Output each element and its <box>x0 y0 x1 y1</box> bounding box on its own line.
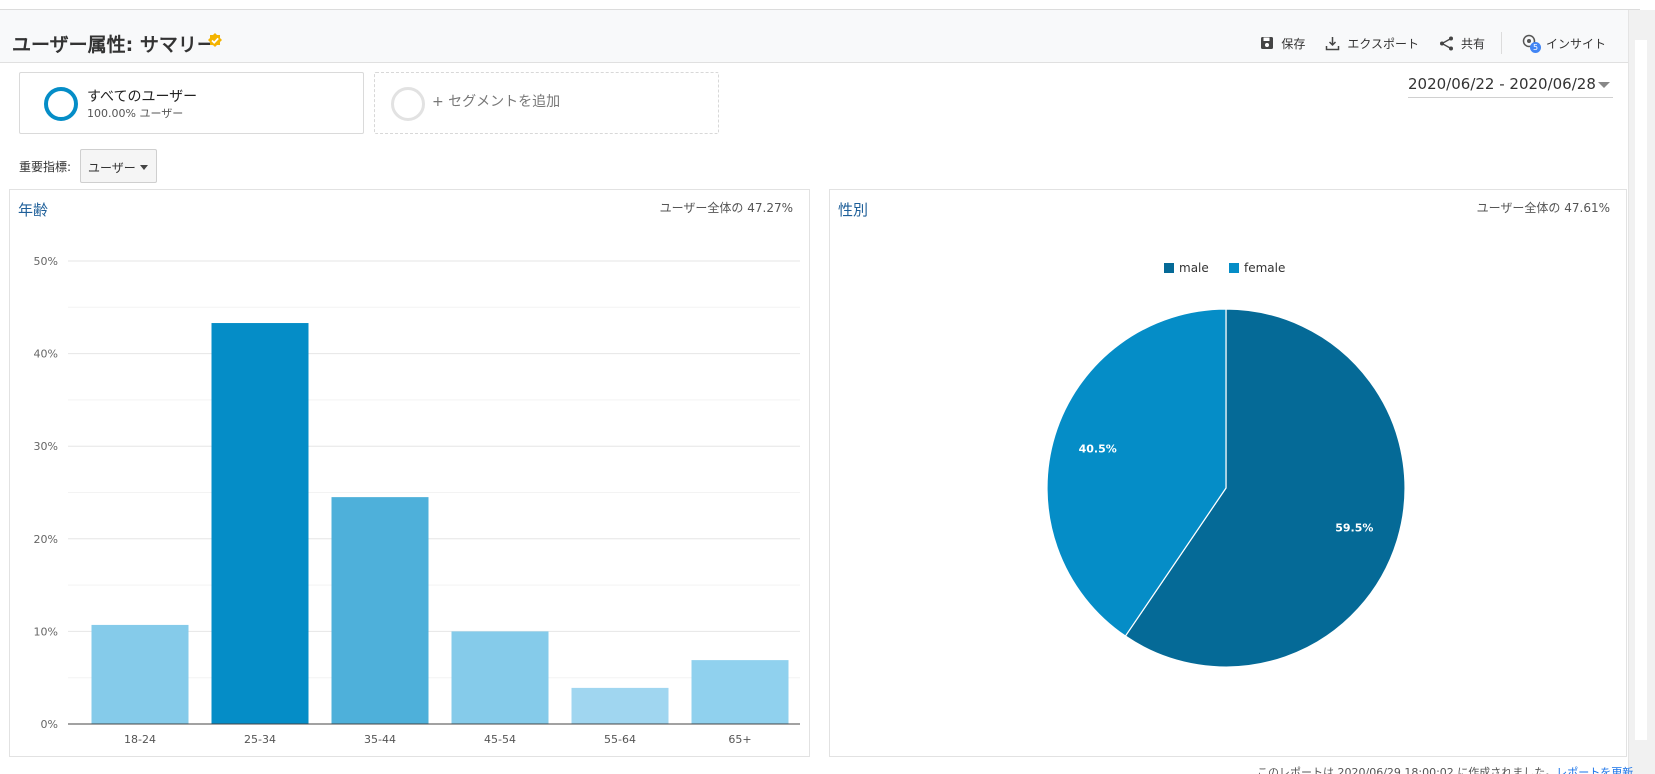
header-actions: 保存 エクスポート 共有 5 インサイト <box>1240 32 1606 54</box>
refresh-report-link[interactable]: レポートを更新 <box>1556 766 1633 774</box>
share-button[interactable]: 共有 <box>1439 35 1485 52</box>
dropdown-caret-icon <box>140 165 148 170</box>
y-tick-label: 30% <box>34 440 58 453</box>
analytics-page: ユーザー属性: サマリー 保存 エクスポート 共有 5 インサイト すべてのユー… <box>0 0 1655 774</box>
top-border <box>0 0 1640 10</box>
age-panel-share: ユーザー全体の 47.27% <box>659 201 793 215</box>
pie-value-label: 40.5% <box>1079 443 1117 456</box>
y-tick-label: 0% <box>41 718 58 731</box>
save-icon <box>1261 37 1274 49</box>
report-generated-note: このレポートは 2020/06/29 18:00:02 に作成されました。 <box>1257 766 1557 774</box>
x-tick-label: 18-24 <box>124 733 156 746</box>
insights-count-badge: 5 <box>1529 42 1541 53</box>
segment-all-users[interactable]: すべてのユーザー 100.00% ユーザー <box>19 72 364 134</box>
x-tick-label: 65+ <box>728 733 751 746</box>
bar-65+[interactable] <box>691 660 789 724</box>
segment-share: 100.00% ユーザー <box>87 107 184 120</box>
x-tick-label: 55-64 <box>604 733 636 746</box>
empty-segment-ring-icon <box>391 87 425 121</box>
bar-45-54[interactable] <box>451 631 549 724</box>
legend-label-female: female <box>1244 261 1285 275</box>
legend-swatch-female <box>1229 263 1239 273</box>
y-tick-label: 40% <box>34 348 58 361</box>
add-segment-button[interactable]: + セグメントを追加 <box>374 72 719 134</box>
pie-value-label: 59.5% <box>1335 521 1373 534</box>
legend-swatch-male <box>1164 263 1174 273</box>
segment-ring-icon <box>44 87 78 121</box>
age-bar-chart: 0% 10% 20% 30% 40% 50% 18-24 25-34 35-44 45-54 55-… <box>34 255 800 746</box>
y-tick-label: 50% <box>34 255 58 268</box>
age-panel: 年齢 ユーザー全体の 47.27% 0% 10% 20% 30% 40% 50% 18-24… <box>9 189 810 757</box>
bar-55-64[interactable] <box>571 687 669 724</box>
y-tick-label: 20% <box>34 533 58 546</box>
report-header: ユーザー属性: サマリー 保存 エクスポート 共有 5 インサイト <box>0 10 1628 63</box>
bar-35-44[interactable] <box>331 497 429 724</box>
y-tick-label: 10% <box>34 625 58 638</box>
export-label: エクスポート <box>1347 36 1419 51</box>
save-button[interactable]: 保存 <box>1260 35 1305 52</box>
share-icon <box>1439 36 1453 50</box>
insights-label: インサイト <box>1545 36 1606 51</box>
gender-panel-title[interactable]: 性別 <box>838 199 868 220</box>
segment-name: すべてのユーザー <box>87 89 198 105</box>
x-tick-label: 25-34 <box>244 733 276 746</box>
metric-selected-value: ユーザー <box>88 161 136 175</box>
save-label: 保存 <box>1281 36 1306 51</box>
legend-label-male: male <box>1179 261 1209 275</box>
date-range-value: 2020/06/22 - 2020/06/28 <box>1408 75 1596 93</box>
date-range-picker[interactable]: 2020/06/22 - 2020/06/28 <box>1408 75 1613 98</box>
share-label: 共有 <box>1460 36 1485 51</box>
vertical-scrollbar[interactable] <box>1628 10 1655 774</box>
gender-panel: 性別 ユーザー全体の 47.61% male female 59.5% 40.5% <box>829 189 1627 757</box>
insights-icon-wrap: 5 <box>1522 34 1541 53</box>
export-button[interactable]: エクスポート <box>1325 35 1419 52</box>
gender-pie-chart: male female 59.5% 40.5% <box>1046 261 1406 668</box>
bar-25-34[interactable] <box>211 323 309 724</box>
gender-panel-share: ユーザー全体の 47.61% <box>1476 201 1610 215</box>
chevron-down-icon <box>1598 82 1610 88</box>
actions-divider <box>1500 32 1502 54</box>
insights-button[interactable]: 5 インサイト <box>1522 34 1606 53</box>
page-title: ユーザー属性: サマリー <box>12 34 216 56</box>
bar-18-24[interactable] <box>91 624 189 724</box>
x-tick-label: 35-44 <box>364 733 396 746</box>
report-footer: このレポートは 2020/06/29 18:00:02 に作成されました。レポー… <box>1257 764 1633 774</box>
metric-label: 重要指標: <box>19 160 72 174</box>
scrollbar-thumb[interactable] <box>1635 40 1647 740</box>
age-panel-title[interactable]: 年齢 <box>18 199 48 220</box>
add-segment-label: + セグメントを追加 <box>432 94 561 110</box>
verified-badge-icon <box>208 33 222 47</box>
metric-select[interactable]: ユーザー <box>80 149 157 183</box>
download-icon <box>1326 36 1340 50</box>
x-tick-label: 45-54 <box>484 733 516 746</box>
